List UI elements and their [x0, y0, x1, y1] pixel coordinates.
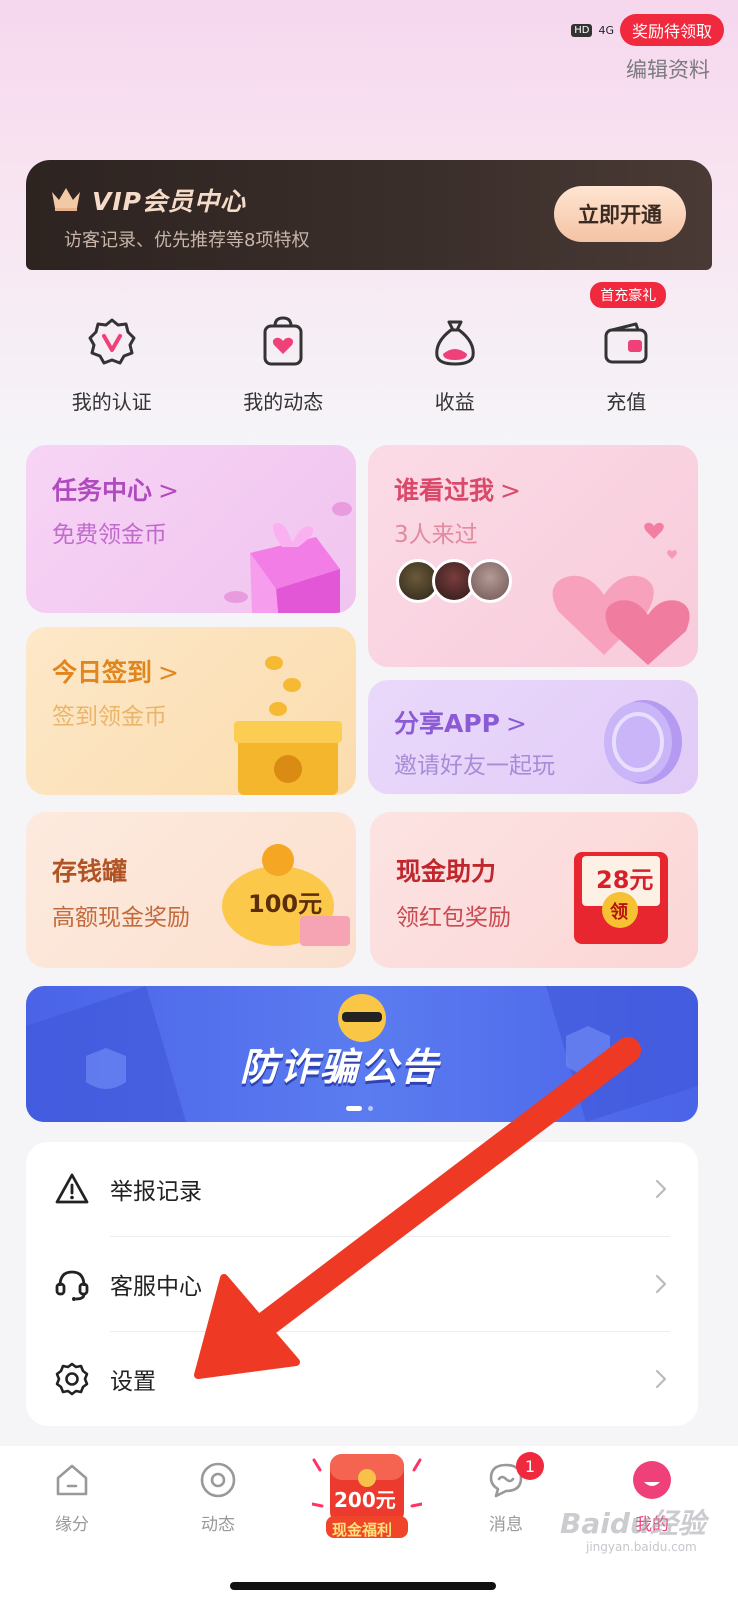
coin-box-icon	[234, 656, 342, 795]
visitor-avatars	[396, 559, 512, 603]
hearts-icon	[552, 522, 690, 665]
warning-icon	[55, 1173, 89, 1204]
network-indicator: 4G	[598, 23, 614, 37]
tab-moments[interactable]: 动态	[158, 1460, 278, 1535]
checkin-card[interactable]: 今日签到 > 签到领金币	[26, 627, 356, 795]
home-icon	[56, 1464, 88, 1496]
money-bag-icon	[435, 320, 475, 366]
card-subtitle: 签到领金币	[52, 704, 167, 730]
crown-icon	[52, 188, 80, 211]
heart-bag-icon	[263, 316, 303, 366]
vip-subtitle: 访客记录、优先推荐等8项特权	[64, 230, 310, 251]
pagination-dot	[368, 1106, 373, 1111]
tab-label: 现金福利	[332, 1521, 393, 1539]
welfare-amount: 200元	[334, 1488, 396, 1512]
settings-menu: 举报记录 客服中心 设置	[26, 1142, 698, 1426]
tab-label: 缘分	[55, 1515, 89, 1535]
wallet-icon	[604, 322, 648, 364]
card-title: 存钱罐	[52, 857, 128, 886]
reward-pill[interactable]: 奖励待领取	[619, 14, 724, 46]
message-count-badge: 1	[516, 1452, 544, 1480]
menu-item-report[interactable]: 举报记录	[26, 1142, 698, 1236]
card-subtitle: 免费领金币	[52, 522, 167, 548]
card-title: 分享APP >	[394, 709, 527, 738]
tab-label: 动态	[201, 1515, 235, 1535]
status-bar: HD 4G 奖励待领取	[571, 14, 724, 46]
card-subtitle: 3人来过	[394, 522, 478, 548]
gift-box-icon	[224, 502, 352, 613]
tab-label: 消息	[489, 1515, 523, 1535]
banner-title: 防诈骗公告	[240, 1045, 441, 1089]
menu-item-customer-service[interactable]: 客服中心	[26, 1237, 698, 1331]
profile-face-icon	[633, 1461, 671, 1499]
tab-messages[interactable]: 1 消息	[446, 1452, 566, 1535]
tab-home[interactable]: 缘分	[12, 1460, 132, 1535]
cash-amount: 28元	[596, 866, 654, 894]
task-center-card[interactable]: 任务中心 > 免费领金币	[26, 445, 356, 613]
share-app-card[interactable]: 分享APP > 邀请好友一起玩	[368, 680, 698, 794]
quick-label: 收益	[434, 390, 475, 414]
chevron-right-icon	[655, 1274, 667, 1294]
chevron-right-icon: >	[158, 658, 179, 687]
menu-label: 举报记录	[110, 1179, 202, 1205]
hd-indicator: HD	[571, 23, 593, 37]
visitors-card[interactable]: 谁看过我 > 3人来过	[368, 445, 698, 667]
baidu-watermark-url: jingyan.baidu.com	[586, 1540, 697, 1554]
anti-fraud-banner[interactable]: 防诈骗公告	[26, 986, 698, 1122]
menu-label: 设置	[110, 1369, 156, 1395]
circle-dot-icon	[200, 1462, 236, 1498]
quick-item-earnings[interactable]: 收益	[369, 300, 541, 420]
card-title: 现金助力	[396, 857, 497, 886]
avatar	[468, 559, 512, 603]
banner-pagination	[346, 1106, 373, 1111]
quick-label: 我的认证	[71, 390, 152, 414]
menu-label: 客服中心	[110, 1274, 202, 1300]
piggy-amount: 100元	[248, 890, 323, 918]
gear-icon	[55, 1362, 89, 1396]
tab-cash-welfare[interactable]: 200元 现金福利	[312, 1446, 422, 1546]
quick-item-recharge[interactable]: 首充豪礼 充值	[541, 282, 713, 420]
verify-shield-icon	[88, 318, 136, 365]
quick-actions: 我的认证 我的动态 收益 首充豪礼 充值	[26, 282, 713, 420]
quick-item-verify[interactable]: 我的认证	[26, 300, 198, 420]
card-title: 今日签到 >	[52, 658, 179, 687]
chevron-right-icon	[655, 1179, 667, 1199]
vip-title: VIP会员中心	[92, 187, 246, 216]
card-subtitle: 领红包奖励	[396, 905, 511, 931]
pagination-dot-active	[346, 1106, 362, 1111]
card-title: 任务中心 >	[52, 476, 179, 505]
quick-label: 充值	[606, 390, 647, 414]
quick-label: 我的动态	[243, 390, 324, 414]
home-indicator	[230, 1582, 496, 1590]
chevron-right-icon: >	[158, 476, 179, 505]
card-subtitle: 高额现金奖励	[52, 905, 190, 931]
first-recharge-badge: 首充豪礼	[590, 282, 667, 308]
baidu-watermark: Baidu经验	[560, 1507, 706, 1540]
vip-card[interactable]: VIP会员中心 访客记录、优先推荐等8项特权 立即开通	[26, 160, 712, 270]
coin-icon	[604, 700, 682, 784]
chevron-right-icon: >	[500, 476, 521, 505]
card-title: 谁看过我 >	[394, 476, 521, 505]
vip-open-button[interactable]: 立即开通	[554, 186, 686, 242]
piggy-bank-card[interactable]: 存钱罐 高额现金奖励 100元	[26, 812, 356, 968]
envelope-claim-label: 领	[610, 902, 628, 923]
headset-icon	[55, 1270, 89, 1301]
quick-item-posts[interactable]: 我的动态	[198, 300, 370, 420]
edit-profile-link[interactable]: 编辑资料	[626, 54, 710, 84]
menu-item-settings[interactable]: 设置	[26, 1332, 698, 1426]
cash-help-card[interactable]: 现金助力 领红包奖励 28元 领	[370, 812, 698, 968]
chevron-right-icon	[655, 1369, 667, 1389]
chevron-right-icon: >	[506, 709, 527, 738]
card-subtitle: 邀请好友一起玩	[394, 753, 555, 779]
